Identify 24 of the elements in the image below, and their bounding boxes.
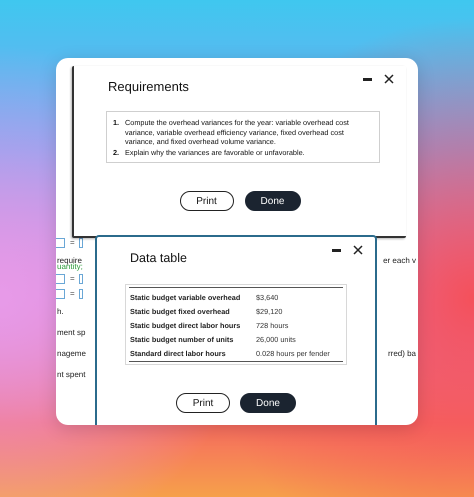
page-text: h. <box>56 307 64 316</box>
equals-sign: = <box>69 289 75 298</box>
dialog-title: Requirements <box>108 79 189 94</box>
close-icon[interactable] <box>384 74 394 84</box>
close-icon[interactable] <box>353 245 363 255</box>
page-text: ment sp <box>56 328 86 337</box>
dialog-title: Data table <box>130 251 187 265</box>
input-box[interactable] <box>78 288 83 298</box>
equals-sign: = <box>69 238 75 247</box>
done-button[interactable]: Done <box>244 191 300 211</box>
print-button[interactable]: Print <box>176 393 230 413</box>
input-box[interactable] <box>78 274 83 284</box>
page-text: er each v <box>383 256 417 265</box>
minimize-icon[interactable] <box>363 78 372 80</box>
input-box[interactable] <box>56 238 65 248</box>
done-button[interactable]: Done <box>240 393 296 413</box>
input-box[interactable] <box>56 274 65 284</box>
input-box[interactable] <box>56 288 65 298</box>
page-text: rred) ba <box>388 349 417 358</box>
page-text: nageme <box>56 349 86 358</box>
page-text: nt spent <box>56 370 86 379</box>
minimize-icon[interactable] <box>332 248 341 252</box>
print-button[interactable]: Print <box>180 191 234 211</box>
equals-sign: = <box>69 274 75 283</box>
